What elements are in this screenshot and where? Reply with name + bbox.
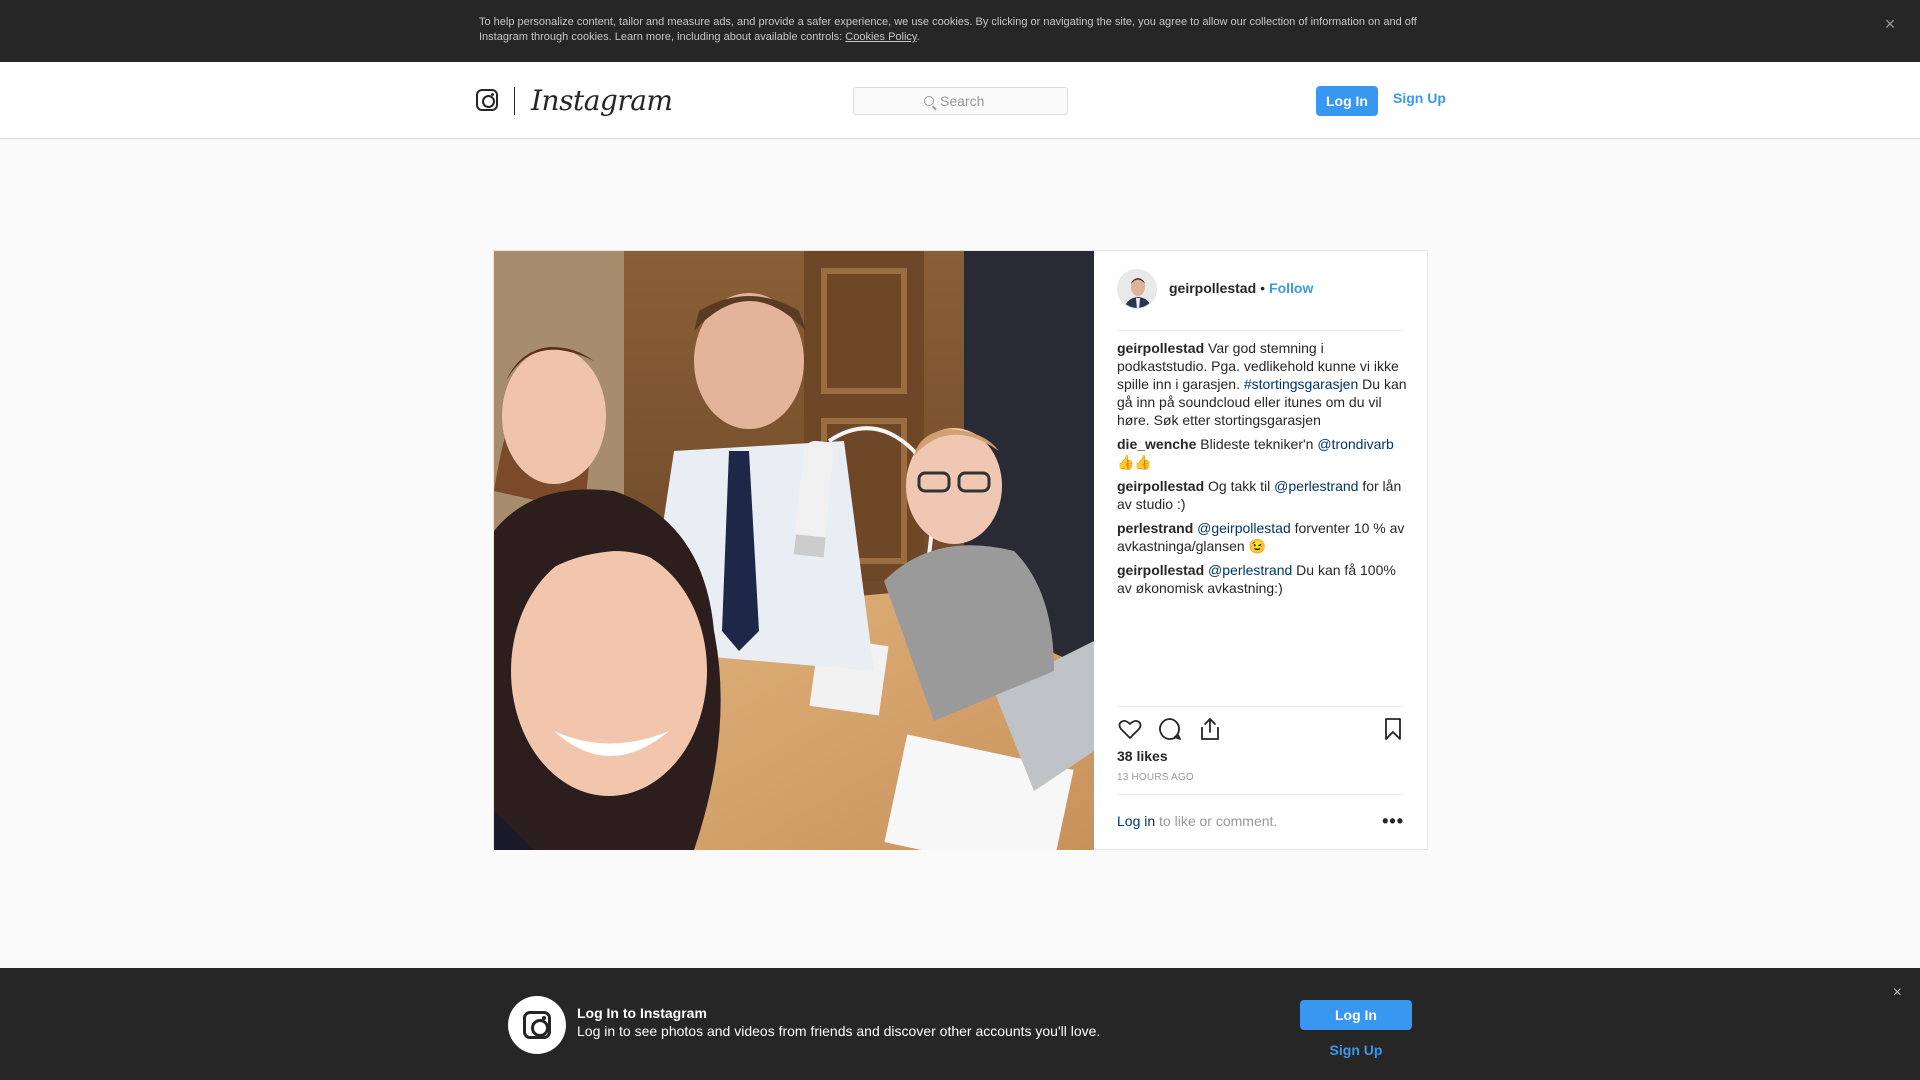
more-options-icon[interactable]: ••• [1382,811,1404,832]
login-link[interactable]: Log in [1117,813,1155,829]
share-icon[interactable] [1197,716,1223,742]
search-input[interactable]: Search [853,87,1068,115]
comments-list: geirpollestad Var god stemning i podkast… [1117,339,1407,603]
cookie-message: To help personalize content, tailor and … [479,16,1417,43]
comment-item: geirpollestad Og takk til @perlestrand f… [1117,477,1407,513]
post-timestamp: 13 HOURS AGO [1117,772,1194,783]
comment-mention-link[interactable]: @perlestrand [1208,562,1292,578]
comment-item: perlestrand @geirpollestad forventer 10 … [1117,519,1407,555]
heart-icon[interactable] [1117,716,1143,742]
avatar-image [1118,270,1156,308]
instagram-wordmark[interactable]: Instagram [531,84,673,117]
comment-mention-link[interactable]: #stortingsgarasjen [1244,376,1358,392]
login-prompt-login-button[interactable]: Log In [1300,1000,1412,1030]
comment-item: geirpollestad @perlestrand Du kan få 100… [1117,561,1407,597]
login-suffix: to like or comment. [1155,813,1278,829]
comment-text: 👍👍 [1117,454,1152,470]
bookmark-icon[interactable] [1380,716,1406,742]
follow-button[interactable]: Follow [1269,280,1313,296]
avatar[interactable] [1117,269,1157,309]
logo-divider [514,87,515,115]
close-cookie-banner-button[interactable]: × [1880,14,1900,34]
comment-item: geirpollestad Var god stemning i podkast… [1117,339,1407,429]
login-to-comment-row: Log in to like or comment. ••• [1117,794,1404,849]
comment-text: Blideste tekniker'n [1200,436,1318,452]
header-login-button[interactable]: Log In [1316,86,1378,116]
post-header: geirpollestad • Follow [1117,269,1404,331]
comment-username[interactable]: die_wenche [1117,436,1196,452]
login-prompt-title: Log In to Instagram [577,1005,707,1021]
post-photo-image [494,251,1094,850]
comment-mention-link[interactable]: @trondivarb [1317,436,1393,452]
comment-username[interactable]: perlestrand [1117,520,1193,536]
header-signup-link[interactable]: Sign Up [1393,90,1446,106]
likes-count[interactable]: 38 likes [1117,748,1168,764]
search-placeholder: Search [940,93,985,109]
login-prompt-signup-link[interactable]: Sign Up [1300,1042,1412,1058]
comment-item: die_wenche Blideste tekniker'n @trondiva… [1117,435,1407,471]
post-sidebar: geirpollestad • Follow geirpollestad Var… [1094,251,1427,850]
cookie-banner: To help personalize content, tailor and … [0,0,1920,62]
comment-username[interactable]: geirpollestad [1117,340,1204,356]
post-author-username[interactable]: geirpollestad [1169,280,1256,296]
close-login-prompt-button[interactable]: × [1893,984,1902,1002]
comment-mention-link[interactable]: @geirpollestad [1197,520,1291,536]
login-prompt-bar: Log In to Instagram Log in to see photos… [0,968,1920,1080]
login-prompt-subtitle: Log in to see photos and videos from fri… [577,1023,1101,1039]
cookie-text: To help personalize content, tailor and … [479,16,1417,43]
comment-username[interactable]: geirpollestad [1117,478,1204,494]
separator-dot: • [1260,280,1266,296]
post-photo[interactable] [494,251,1094,850]
comment-username[interactable]: geirpollestad [1117,562,1204,578]
comment-bubble-icon[interactable] [1157,716,1183,742]
post-card: geirpollestad • Follow geirpollestad Var… [493,250,1428,850]
top-header: Instagram Search Log In Sign Up [0,62,1920,139]
comment-mention-link[interactable]: @perlestrand [1274,478,1358,494]
instagram-logo-icon [508,996,566,1054]
instagram-glyph-icon[interactable] [476,89,498,111]
post-actions [1117,706,1404,746]
search-icon [924,96,934,106]
cookies-policy-link[interactable]: Cookies Policy [845,31,916,43]
comment-text: Og takk til [1208,478,1275,494]
